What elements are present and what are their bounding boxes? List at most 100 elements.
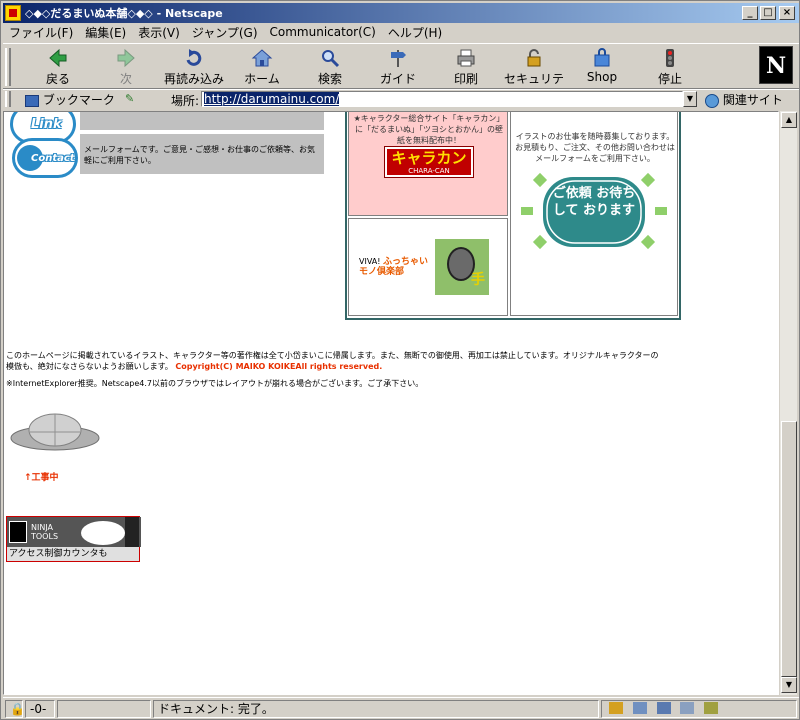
forward-arrow-icon	[117, 48, 135, 68]
viva-photo[interactable]: 手	[435, 239, 489, 295]
status-text: ドキュメント: 完了。	[153, 700, 599, 718]
vertical-scrollbar[interactable]: ▲ ▼	[779, 111, 797, 695]
composer-icon[interactable]	[704, 702, 719, 714]
work-cell: イラストのお仕事を随時募集しております。お見積もり、ご注文、その他お問い合わせは…	[510, 112, 678, 316]
scroll-down-button[interactable]: ▼	[781, 677, 797, 693]
bookmarks-button[interactable]: ブックマーク	[25, 91, 115, 108]
locbar-grip[interactable]	[5, 91, 11, 107]
netscape-logo[interactable]: N	[759, 46, 793, 84]
stop-traffic-light-icon	[666, 49, 674, 67]
ninja-counter-bubble	[81, 521, 125, 545]
guide-button[interactable]: ガイド	[365, 46, 431, 86]
mail-icon[interactable]	[632, 702, 647, 714]
construction-ufo[interactable]	[10, 408, 100, 456]
navigator-icon[interactable]	[609, 702, 623, 714]
url-dropdown-button[interactable]: ▼	[683, 91, 697, 107]
viva-mark-icon: 手	[471, 272, 485, 288]
contact-banner[interactable]: Contact	[12, 138, 78, 178]
bookmark-label: ブックマーク	[42, 93, 115, 107]
viva-cell: VIVA! ふっちゃい モノ倶楽部 手	[348, 218, 508, 316]
shopping-bag-icon	[594, 48, 610, 67]
security-button[interactable]: セキュリティ	[501, 46, 567, 103]
close-button[interactable]: ×	[779, 6, 795, 20]
browser-note: ※InternetExplorer推奨。Netscape4.7以前のブラウザでは…	[6, 379, 424, 388]
work-desc: イラストのお仕事を随時募集しております。お見積もり、ご注文、その他お問い合わせは…	[515, 132, 675, 163]
status-lock-icon[interactable]: 🔒	[5, 700, 25, 718]
bookmark-book-icon	[25, 94, 39, 107]
search-label: 検索	[317, 72, 342, 86]
contact-desc: メールフォームです。ご意見・ご感想・お仕事のご依頼等、お気軽にご利用下さい。	[84, 145, 315, 165]
work-badge-text: ご依頼 お待ちして おります	[552, 186, 636, 218]
reload-label: 再読み込み	[163, 72, 224, 86]
chara-desc: ★キャラクター総合サイト「キャラカン」に「だるまいぬ」「ツヨシとおかん」の壁紙を…	[353, 114, 505, 145]
back-arrow-icon	[49, 48, 67, 68]
back-button[interactable]: 戻る	[25, 46, 91, 86]
chara-can-banner[interactable]: キャラカン CHARA-CAN	[384, 146, 474, 178]
padlock-icon	[527, 49, 541, 67]
url-input[interactable]: http://darumainu.com/	[201, 91, 683, 107]
page-content: Link Contact メールフォームです。ご意見・ご感想・お仕事のご依頼等、…	[3, 111, 779, 695]
contact-desc-block: メールフォームです。ご意見・ご感想・お仕事のご依頼等、お気軽にご利用下さい。	[80, 134, 324, 174]
status-component-bar	[601, 700, 797, 718]
ufo-icon	[10, 413, 100, 451]
print-label: 印刷	[453, 72, 478, 86]
page-proxy-icon[interactable]: ✎	[125, 92, 139, 106]
home-button[interactable]: ホーム	[229, 46, 295, 86]
search-icon	[322, 50, 340, 68]
status-bar: 🔒 -0- ドキュメント: 完了。	[3, 697, 799, 719]
work-badge[interactable]: ご依頼 お待ちして おります	[521, 171, 667, 253]
link-banner-label: Link	[31, 117, 62, 132]
printer-icon	[457, 49, 475, 67]
contact-banner-label: Contact	[31, 153, 75, 164]
print-button[interactable]: 印刷	[433, 46, 499, 86]
netscape-app-icon	[5, 5, 21, 21]
viva-prefix: VIVA!	[359, 257, 381, 266]
viva-caption[interactable]: VIVA! ふっちゃい モノ倶楽部	[359, 257, 431, 277]
chara-can-logo: キャラカン	[391, 149, 467, 167]
related-label: 関連サイト	[722, 93, 783, 107]
address-book-icon[interactable]	[680, 702, 695, 714]
back-label: 戻る	[45, 72, 70, 86]
shop-button[interactable]: Shop	[569, 46, 635, 86]
browser-window: ◇◆◇だるまいぬ本舗◇◆◇ - Netscape _ □ × ファイル(F) 編…	[0, 0, 800, 720]
status-progress	[57, 700, 151, 718]
maximize-button[interactable]: □	[760, 6, 776, 20]
forward-button[interactable]: 次	[93, 46, 159, 86]
location-label: 場所:	[171, 94, 200, 108]
home-icon	[251, 49, 273, 67]
guide-label: ガイド	[379, 72, 416, 86]
menu-view[interactable]: 表示(V)	[132, 24, 186, 41]
ninja-text: アクセス制御カウンタも	[7, 547, 139, 561]
newsgroups-icon[interactable]	[656, 702, 671, 714]
title-bar: ◇◆◇だるまいぬ本舗◇◆◇ - Netscape _ □ ×	[3, 3, 799, 23]
menu-file[interactable]: ファイル(F)	[3, 24, 79, 41]
minimize-button[interactable]: _	[742, 6, 758, 20]
search-button[interactable]: 検索	[297, 46, 363, 86]
menu-edit[interactable]: 編集(E)	[79, 24, 132, 41]
ninja-logo-icon	[9, 521, 27, 543]
menu-help[interactable]: ヘルプ(H)	[382, 24, 448, 41]
guide-signpost-icon	[391, 50, 406, 67]
ninja-tools-banner[interactable]: NINJA TOOLS アクセス制御カウンタも	[6, 516, 141, 562]
scroll-thumb[interactable]	[781, 421, 797, 677]
chara-can-sub: CHARA-CAN	[408, 167, 450, 175]
reload-icon	[186, 49, 202, 66]
copyright-line: Copyright(C) MAIKO KOIKEAll rights reser…	[175, 362, 383, 371]
url-text: http://darumainu.com/	[204, 92, 340, 106]
window-title: ◇◆◇だるまいぬ本舗◇◆◇ - Netscape	[25, 7, 223, 20]
menu-communicator[interactable]: Communicator(C)	[264, 25, 382, 39]
stop-label: 停止	[657, 72, 682, 86]
status-connection-icon: -0-	[25, 700, 55, 718]
home-label: ホーム	[244, 72, 280, 86]
stop-button[interactable]: 停止	[637, 46, 703, 86]
related-sites-button[interactable]: 関連サイト	[705, 91, 783, 108]
scroll-up-button[interactable]: ▲	[781, 112, 797, 128]
toolbar-grip[interactable]	[5, 48, 11, 86]
location-bar: ブックマーク ✎ 場所: http://darumainu.com/ ▼ 関連サ…	[3, 89, 799, 109]
menu-go[interactable]: ジャンプ(G)	[186, 24, 264, 41]
link-desc-block	[80, 112, 324, 130]
copyright-notice: このホームページに掲載されているイラスト、キャラクター等の著作権は全て小岱まいこ…	[6, 350, 666, 372]
ninja-figure-icon	[125, 517, 139, 547]
chara-cell: ★キャラクター総合サイト「キャラカン」に「だるまいぬ」「ツヨシとおかん」の壁紙を…	[348, 112, 508, 216]
reload-button[interactable]: 再読み込み	[161, 46, 227, 86]
